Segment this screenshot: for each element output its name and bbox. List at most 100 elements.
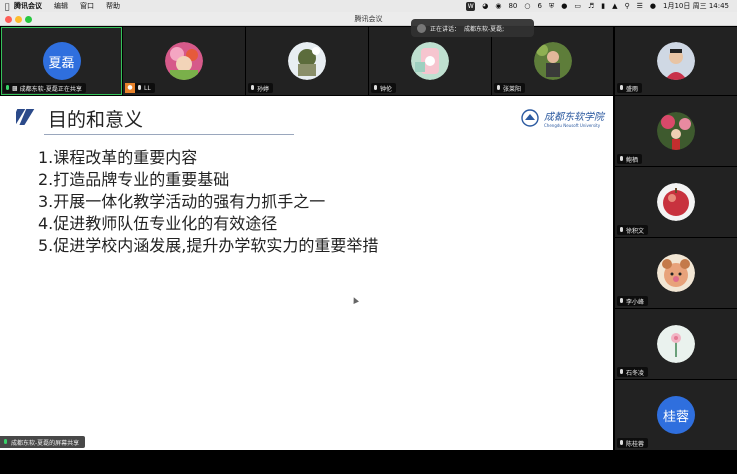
avatar (657, 42, 695, 80)
university-emblem-icon (521, 109, 539, 127)
mic-icon (619, 297, 624, 305)
shared-screen: 目的和意义 成都东软学院 Chengdu Neusoft University … (0, 96, 613, 450)
volume-icon[interactable]: ♬ (588, 2, 594, 10)
display-icon[interactable]: ▭ (574, 2, 581, 10)
siri-icon[interactable]: ● (650, 2, 656, 10)
avatar: 夏磊 (42, 42, 81, 80)
brand-name: 成都东软学院 (544, 112, 604, 123)
app-menu[interactable]: 腾讯会议 (14, 1, 42, 11)
participant-name: 钟伦 (380, 85, 393, 93)
apple-icon[interactable]:  (0, 2, 14, 11)
list-item: 2.打造品牌专业的重要基础 (38, 170, 230, 189)
screen-share-label: 成都东软-夏磊的屏幕共享 (11, 439, 80, 447)
participant-name-tag: 盛雨 (617, 83, 643, 93)
participant-name-tag: 孙婷 (248, 83, 274, 93)
participant-tile[interactable]: 夏磊 ▩ 成都东软-夏磊正在共享 (1, 27, 122, 95)
title-divider (44, 134, 294, 135)
participant-name-tag: 陈桂蓉 (617, 438, 649, 448)
participant-tile[interactable]: 钟伦 (369, 27, 491, 95)
participant-name-tag: ▩ 成都东软-夏磊正在共享 (3, 83, 86, 93)
menu-help[interactable]: 帮助 (106, 1, 120, 11)
participant-name: 陈桂蓉 (626, 440, 645, 448)
mic-icon (250, 84, 255, 92)
list-item: 1.课程改革的重要内容 (38, 148, 198, 167)
menu-edit[interactable]: 编辑 (54, 1, 68, 11)
wechat-count: 80 (508, 2, 518, 10)
avatar (657, 183, 695, 221)
participant-name-tag: 张莱阳 (494, 83, 526, 93)
brand-subtitle: Chengdu Neusoft University (544, 123, 601, 128)
shield-icon[interactable]: ⛨ (549, 2, 554, 11)
wifi-icon[interactable]: ▲ (612, 2, 617, 10)
participant-tile[interactable]: 李小峰 (615, 238, 737, 308)
participant-tile[interactable]: 盛雨 (615, 27, 737, 95)
participant-name: 石冬凌 (626, 369, 645, 377)
slide-title: 目的和意义 (48, 109, 144, 131)
avatar (657, 112, 695, 150)
participant-name: 盛雨 (626, 85, 639, 93)
mic-icon (619, 155, 624, 163)
wechat-icon[interactable]: ◉ (495, 2, 501, 10)
participant-tile[interactable]: 张莱阳 (492, 27, 613, 95)
mic-icon (619, 368, 624, 376)
speaking-name: 成都东软-夏磊; (464, 25, 505, 33)
participant-name: 张莱阳 (503, 85, 522, 93)
speaking-indicator: 正在讲话： 成都东软-夏磊; (411, 19, 534, 37)
mic-icon (373, 84, 378, 92)
university-logo: 成都东软学院 Chengdu Neusoft University (520, 108, 604, 128)
mic-icon (619, 84, 624, 92)
avatar (657, 254, 695, 292)
speaker-avatar-icon (417, 23, 426, 33)
mic-icon (619, 439, 624, 447)
menu-window[interactable]: 窗口 (80, 1, 94, 11)
chat-icon[interactable]: ○ (524, 2, 530, 10)
mic-icon (619, 226, 624, 234)
participant-tile[interactable]: 鲍栖 (615, 96, 737, 166)
participant-name: 鲍栖 (626, 156, 639, 164)
toolbar-area (0, 450, 737, 474)
vpn-icon[interactable]: ◕ (482, 2, 488, 10)
participant-tile[interactable]: 桂蓉 陈桂蓉 (615, 380, 737, 450)
participant-name-tag: 李小峰 (617, 296, 649, 306)
window-titlebar: 腾讯会议 (0, 12, 737, 26)
participant-name: 李小峰 (626, 298, 645, 306)
macos-menubar:  腾讯会议 编辑 窗口 帮助 W ◕ ◉ 80 ○ 6 ⛨ ● ▭ ♬ ▮ ▲… (0, 0, 737, 12)
weibo-icon[interactable]: ● (561, 2, 567, 10)
mic-icon (5, 84, 10, 92)
participant-name-tag: 石冬凌 (617, 367, 649, 377)
screen-share-name-tag: 成都东软-夏磊的屏幕共享 (0, 436, 86, 448)
host-icon: ● (125, 83, 135, 93)
speaking-label: 正在讲话： (430, 25, 461, 33)
avatar (411, 42, 449, 80)
word-icon[interactable]: W (466, 1, 476, 11)
participant-tile[interactable]: 孙婷 (246, 27, 368, 95)
participant-name-tag: 徐积文 (617, 225, 649, 235)
participant-tile[interactable]: 徐积文 (615, 167, 737, 237)
list-item: 4.促进教师队伍专业化的有效途径 (38, 214, 278, 233)
mic-icon (137, 84, 142, 92)
clock: 1月10日 周三 14:45 (663, 2, 729, 10)
window-title: 腾讯会议 (354, 15, 383, 23)
avatar (165, 42, 203, 80)
list-item: 3.开展一体化教学活动的强有力抓手之一 (38, 192, 326, 211)
participant-name: 徐积文 (626, 227, 645, 235)
list-item: 5.促进学校内涵发展,提升办学软实力的重要举措 (38, 236, 379, 255)
participant-name: LL (144, 84, 151, 92)
search-icon[interactable]: ⚲ (624, 2, 629, 10)
slide-logo-icon (16, 109, 35, 125)
avatar: 桂蓉 (657, 396, 695, 434)
avatar (533, 42, 572, 80)
avatar (657, 325, 695, 363)
mic-icon (3, 438, 8, 446)
battery-icon[interactable]: ▮ (601, 2, 605, 10)
screen-share-icon: ▩ (12, 84, 18, 92)
participant-tile[interactable]: 石冬凌 (615, 309, 737, 379)
chat-count: 6 (537, 2, 542, 10)
slide-item-list: 1.课程改革的重要内容 2.打造品牌专业的重要基础 3.开展一体化教学活动的强有… (38, 147, 378, 257)
control-center-icon[interactable]: ☰ (637, 2, 643, 10)
participant-name: 孙婷 (257, 85, 270, 93)
participant-name-tag: 钟伦 (371, 83, 397, 93)
participant-tile[interactable]: ● LL (123, 27, 245, 95)
participant-name-tag: 鲍栖 (617, 154, 643, 164)
mic-icon (496, 84, 501, 92)
